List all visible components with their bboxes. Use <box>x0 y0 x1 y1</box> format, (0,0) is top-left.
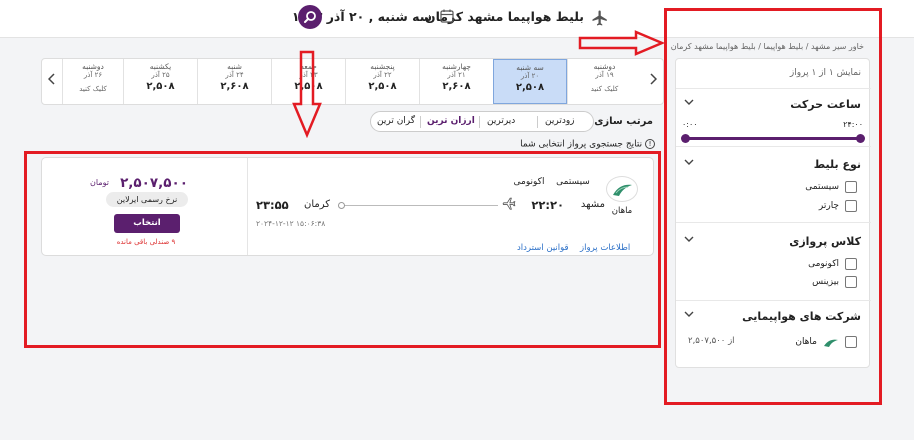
date-cell[interactable]: شنبه ۲۴ آذر ۲,۶۰۸ <box>197 59 271 104</box>
sort-options: زودترین دیرترین ارزان ترین گران ترین <box>370 111 594 132</box>
sort-label: مرتب سازی : <box>586 116 653 127</box>
sort-cheapest[interactable]: ارزان ترین <box>427 116 475 126</box>
date-cell[interactable]: چهارشنبه ۲۱ آذر ۲,۶۰۸ <box>419 59 493 104</box>
sort-latest[interactable]: دیرترین <box>487 116 515 126</box>
date-cell[interactable]: دوشنبه ۱۹ آذر کلیک کنید <box>567 59 641 104</box>
info-icon: ! <box>645 139 655 149</box>
date-cell[interactable]: یکشنبه ۲۵ آذر ۲,۵۰۸ <box>123 59 197 104</box>
sort-most-expensive[interactable]: گران ترین <box>377 116 415 126</box>
airplane-icon <box>591 9 611 27</box>
annotation-arrow-right <box>578 30 666 60</box>
date-strip: دوشنبه ۱۹ آذر کلیک کنید سه شنبه ۲۰ آذر ۲… <box>41 58 664 105</box>
date-cell[interactable]: دوشنبه ۲۶ آذر کلیک کنید <box>62 59 123 104</box>
chevron-right-icon[interactable] <box>649 73 658 88</box>
chevron-left-icon[interactable] <box>47 73 56 88</box>
divider <box>479 116 480 128</box>
date-cell[interactable]: پنجشنبه ۲۲ آذر ۲,۵۰۸ <box>345 59 419 104</box>
calendar-icon <box>439 8 455 24</box>
result-info: ! نتایج جستجوی پرواز انتخابی شما <box>480 139 655 150</box>
annotation-box-sidebar <box>664 8 882 405</box>
divider <box>537 116 538 128</box>
date-cell-selected[interactable]: سه شنبه ۲۰ آذر ۲,۵۰۸ <box>493 59 567 104</box>
search-icon <box>304 11 316 23</box>
divider <box>420 116 421 128</box>
annotation-box-results <box>24 151 661 348</box>
search-button[interactable] <box>298 5 322 29</box>
annotation-arrow-down <box>292 50 322 142</box>
header-date: سه شنبه , ۲۰ آذر ۱۴۰۳ <box>292 9 432 24</box>
sort-earliest[interactable]: زودترین <box>545 116 575 126</box>
